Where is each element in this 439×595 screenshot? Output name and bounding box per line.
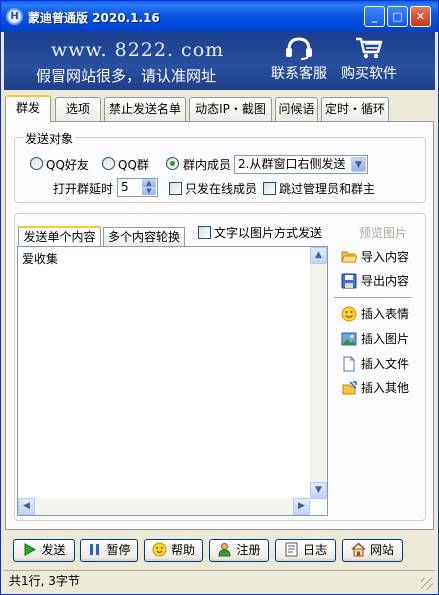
online-only-label[interactable]: 只发在线成员 bbox=[185, 180, 257, 197]
content-text[interactable]: 爱收集 bbox=[22, 250, 58, 267]
scroll-right-icon[interactable]: ▶ bbox=[293, 498, 310, 515]
horizontal-scrollbar[interactable]: ◀ ▶ bbox=[18, 498, 310, 515]
insert-other-label: 插入其他 bbox=[361, 381, 410, 395]
resize-grip-icon[interactable] bbox=[421, 578, 433, 590]
chevron-down-icon[interactable]: ▼ bbox=[351, 157, 366, 172]
save-disk-icon bbox=[341, 273, 357, 288]
log-button-label: 日志 bbox=[302, 543, 327, 557]
preview-image-button[interactable]: 预览图片 bbox=[359, 224, 407, 241]
send-target-legend: 发送对象 bbox=[23, 130, 76, 147]
content-editor[interactable]: 爱收集 ▲ ▼ ◀ ▶ bbox=[17, 246, 328, 516]
vertical-scrollbar[interactable]: ▲ ▼ bbox=[310, 247, 327, 499]
send-mode-value: 2.从群窗口右侧发送 bbox=[238, 157, 346, 171]
document-icon bbox=[343, 356, 355, 371]
import-content-label: 导入内容 bbox=[361, 250, 410, 264]
import-content-button[interactable]: 导入内容 bbox=[341, 247, 409, 267]
image-mode-checkbox[interactable] bbox=[198, 226, 211, 239]
log-icon bbox=[285, 542, 298, 557]
smiley-icon bbox=[341, 306, 357, 321]
maximize-button[interactable]: □ bbox=[387, 6, 408, 27]
close-button[interactable]: ✕ bbox=[410, 6, 431, 27]
website-button[interactable]: 网站 bbox=[342, 539, 403, 562]
skip-admins-checkbox[interactable] bbox=[263, 182, 276, 195]
radio-qq-friends[interactable] bbox=[30, 157, 43, 170]
home-icon bbox=[351, 542, 366, 557]
pause-icon bbox=[90, 544, 100, 555]
register-button[interactable]: 注册 bbox=[209, 539, 269, 562]
radio-qq-group[interactable] bbox=[102, 157, 115, 170]
register-button-label: 注册 bbox=[236, 543, 261, 557]
insert-emoji-button[interactable]: 插入表情 bbox=[341, 304, 409, 324]
insert-file-button[interactable]: 插入文件 bbox=[341, 354, 409, 374]
banner-slogan: 假冒网站很多，请认准网址 bbox=[36, 67, 217, 85]
stepper-up-icon[interactable]: ▲ bbox=[142, 179, 156, 187]
user-icon bbox=[218, 543, 231, 557]
banner-website-url[interactable]: www. 8222. com bbox=[51, 39, 224, 61]
send-mode-select[interactable]: 2.从群窗口右侧发送 ▼ bbox=[234, 155, 368, 174]
image-mode-label[interactable]: 文字以图片方式发送 bbox=[214, 224, 322, 241]
export-content-label: 导出内容 bbox=[361, 274, 410, 288]
subtab-single-content[interactable]: 发送单个内容 bbox=[18, 226, 101, 246]
promo-banner: www. 8222. com 假冒网站很多，请认准网址 联系客服 购买软件 bbox=[4, 32, 435, 90]
insert-other-button[interactable]: 插入其他 bbox=[341, 378, 409, 398]
tab-mass-send[interactable]: 群发 bbox=[5, 95, 51, 122]
tab-dynamic-ip-screenshot[interactable]: 动态IP・截图 bbox=[189, 97, 272, 121]
picture-icon bbox=[341, 332, 357, 345]
online-only-checkbox[interactable] bbox=[169, 182, 182, 195]
contact-service-label: 联系客服 bbox=[271, 66, 327, 82]
delay-label: 打开群延时 bbox=[53, 182, 114, 196]
window-title: 蒙迪普通版 2020.1.16 bbox=[28, 11, 160, 25]
skip-admins-label[interactable]: 跳过管理员和群主 bbox=[279, 180, 375, 197]
radio-group-members[interactable] bbox=[166, 157, 179, 170]
app-window: H 蒙迪普通版 2020.1.16 _ □ ✕ www. 8222. com 假… bbox=[0, 0, 439, 595]
scroll-left-icon[interactable]: ◀ bbox=[18, 498, 35, 515]
scroll-up-icon[interactable]: ▲ bbox=[310, 247, 327, 264]
side-separator bbox=[334, 297, 412, 299]
insert-emoji-label: 插入表情 bbox=[361, 307, 410, 321]
app-icon: H bbox=[6, 8, 23, 25]
title-bar[interactable]: H 蒙迪普通版 2020.1.16 _ □ ✕ bbox=[1, 1, 438, 32]
pause-button[interactable]: 暂停 bbox=[80, 539, 138, 562]
main-tabs: 群发 选项 禁止发送名单 动态IP・截图 问候语 定时・循环 bbox=[5, 95, 435, 122]
pause-button-label: 暂停 bbox=[106, 543, 131, 557]
help-icon bbox=[152, 542, 167, 557]
buy-software-link[interactable]: 购买软件 bbox=[336, 36, 402, 86]
scroll-down-icon[interactable]: ▼ bbox=[310, 482, 327, 499]
insert-image-label: 插入图片 bbox=[361, 332, 410, 346]
minimize-button[interactable]: _ bbox=[364, 6, 385, 27]
tab-blocklist[interactable]: 禁止发送名单 bbox=[104, 97, 186, 121]
contact-service-link[interactable]: 联系客服 bbox=[266, 36, 332, 86]
insert-image-button[interactable]: 插入图片 bbox=[341, 329, 409, 349]
radio-qq-group-label[interactable]: QQ群 bbox=[118, 156, 149, 173]
log-button[interactable]: 日志 bbox=[275, 539, 336, 562]
help-button[interactable]: 帮助 bbox=[144, 539, 203, 562]
send-button[interactable]: 发送 bbox=[13, 539, 75, 562]
radio-qq-friends-label[interactable]: QQ好友 bbox=[46, 156, 89, 173]
cart-icon bbox=[356, 37, 383, 59]
insert-file-label: 插入文件 bbox=[361, 357, 410, 371]
folder-open-icon bbox=[341, 251, 357, 262]
tab-options[interactable]: 选项 bbox=[55, 97, 101, 121]
headset-icon bbox=[286, 37, 312, 60]
status-text: 共1行, 3字节 bbox=[9, 574, 80, 588]
status-bar: 共1行, 3字节 bbox=[4, 570, 435, 592]
tab-schedule-loop[interactable]: 定时・循环 bbox=[321, 97, 389, 121]
buy-software-label: 购买软件 bbox=[341, 66, 397, 82]
export-content-button[interactable]: 导出内容 bbox=[341, 271, 409, 291]
delay-stepper[interactable]: 5 ▲ ▼ bbox=[117, 178, 158, 197]
tab-greetings[interactable]: 问候语 bbox=[275, 97, 318, 121]
help-button-label: 帮助 bbox=[170, 543, 195, 557]
website-button-label: 网站 bbox=[369, 543, 394, 557]
stepper-down-icon[interactable]: ▼ bbox=[142, 187, 156, 195]
send-button-label: 发送 bbox=[41, 543, 66, 557]
play-icon bbox=[24, 543, 37, 556]
insert-other-icon bbox=[342, 380, 357, 394]
radio-group-members-label[interactable]: 群内成员 bbox=[183, 156, 231, 173]
subtab-rotating-content[interactable]: 多个内容轮换 bbox=[103, 227, 185, 246]
delay-value: 5 bbox=[121, 180, 129, 194]
